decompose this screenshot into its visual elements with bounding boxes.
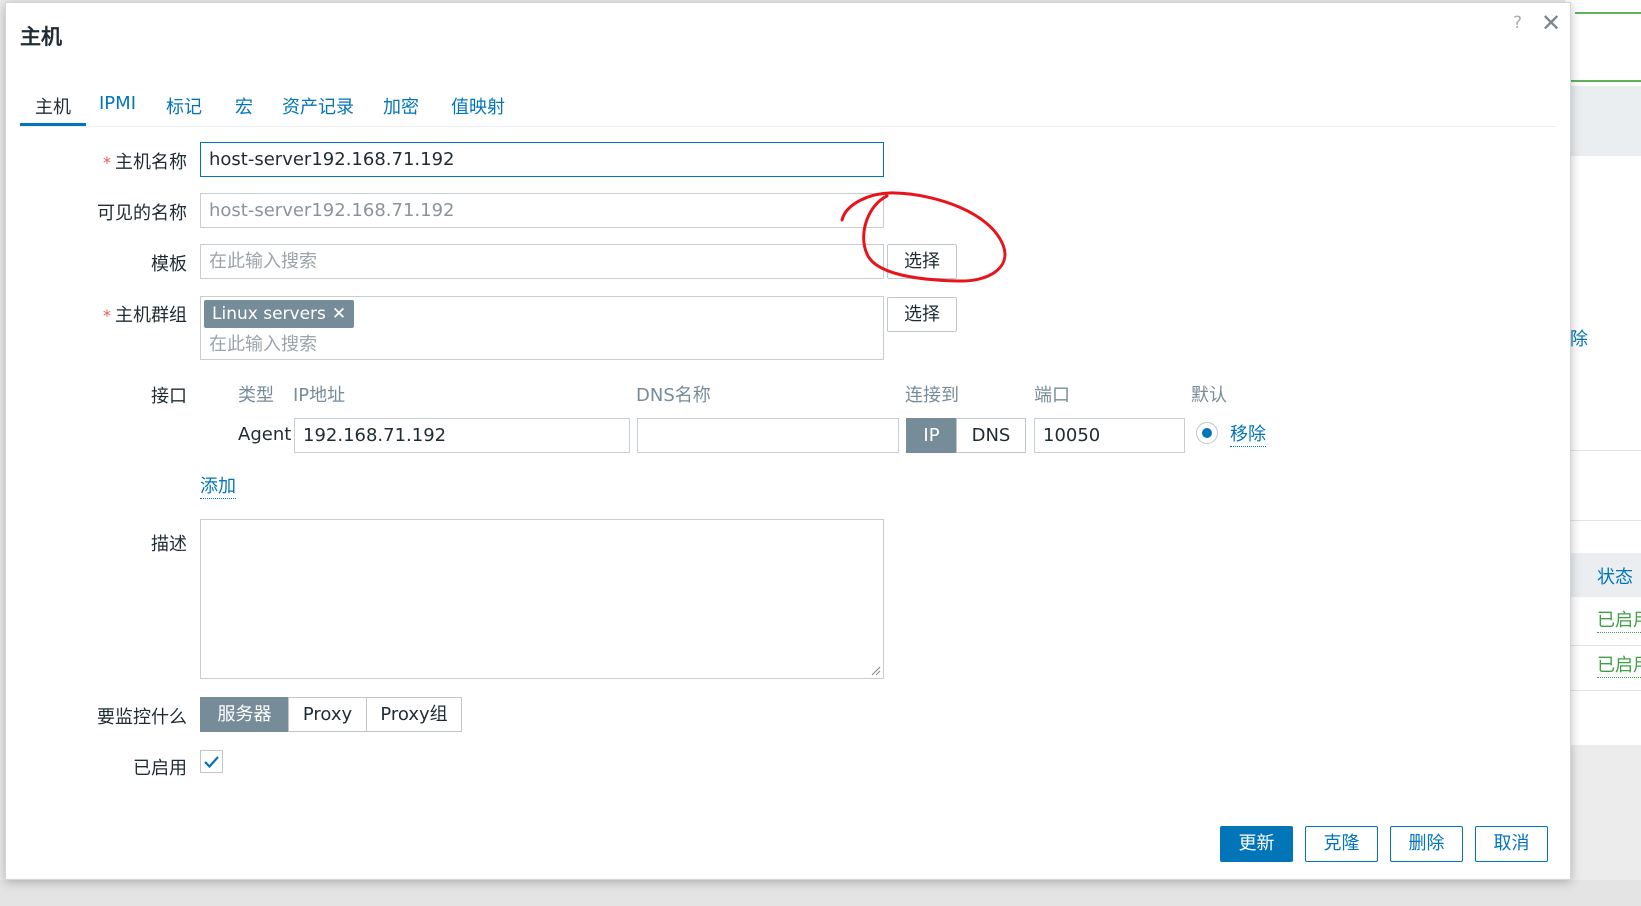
interfaces-label: 接口	[151, 386, 187, 407]
description-label: 描述	[151, 534, 187, 555]
description-textarea[interactable]	[200, 519, 884, 679]
resize-grip-icon[interactable]	[869, 664, 881, 676]
background-divider	[1565, 645, 1641, 646]
background-accent-line	[1575, 12, 1641, 14]
delete-button[interactable]: 删除	[1390, 826, 1463, 862]
add-interface-link[interactable]: 添加	[200, 476, 236, 499]
background-status-enabled[interactable]: 已启用	[1597, 610, 1641, 633]
required-mark: *	[103, 306, 111, 325]
clone-button[interactable]: 克隆	[1305, 826, 1378, 862]
active-tab-indicator	[20, 123, 86, 126]
background-accent-line	[1570, 80, 1641, 82]
background-divider	[1565, 690, 1641, 691]
interface-default-header: 默认	[1191, 385, 1227, 406]
tab-ipmi[interactable]: IPMI	[99, 93, 136, 114]
tab-macros[interactable]: 宏	[235, 93, 253, 119]
default-interface-radio[interactable]	[1196, 422, 1218, 444]
background-status-header[interactable]: 状态	[1597, 563, 1633, 589]
checkmark-icon	[204, 756, 219, 769]
tab-host[interactable]: 主机	[35, 93, 71, 119]
interface-port-header: 端口	[1034, 385, 1070, 406]
templates-search-input[interactable]: 在此输入搜索	[200, 244, 884, 279]
host-name-input[interactable]: host-server192.168.71.192	[200, 142, 884, 177]
enabled-checkbox[interactable]	[200, 750, 223, 773]
remove-chip-icon[interactable]: ✕	[332, 304, 346, 324]
background-band	[1565, 86, 1641, 156]
host-groups-select-button[interactable]: 选择	[887, 297, 957, 332]
monitored-by-proxy-option[interactable]: Proxy	[288, 697, 367, 732]
interface-dns-header: DNS名称	[636, 385, 711, 406]
templates-label: 模板	[151, 254, 187, 275]
visible-name-input[interactable]: host-server192.168.71.192	[200, 193, 884, 228]
visible-name-label: 可见的名称	[97, 203, 187, 224]
connect-to-ip-button[interactable]: IP	[906, 418, 957, 453]
tab-bar: 主机 IPMI 标记 宏 资产记录 加密 值映射	[20, 83, 1556, 127]
interface-type-header: 类型	[238, 385, 274, 406]
help-icon[interactable]: ?	[1513, 13, 1522, 33]
update-button[interactable]: 更新	[1220, 826, 1293, 862]
interface-connect-header: 连接到	[905, 385, 959, 406]
host-group-chip-label: Linux servers	[212, 304, 326, 324]
tab-value-mapping[interactable]: 值映射	[451, 93, 505, 119]
interface-ip-header: IP地址	[293, 385, 346, 406]
host-groups-multiselect[interactable]: Linux servers ✕ 在此输入搜索	[200, 296, 884, 360]
host-name-label: * 主机名称	[103, 148, 187, 174]
background-divider	[1565, 450, 1641, 451]
dialog-title: 主机	[20, 25, 62, 49]
cancel-button[interactable]: 取消	[1475, 826, 1548, 862]
monitored-by-label: 要监控什么	[97, 707, 187, 728]
connect-to-dns-button[interactable]: DNS	[956, 418, 1026, 453]
enabled-label: 已启用	[133, 758, 187, 779]
tab-tags[interactable]: 标记	[166, 93, 202, 119]
monitored-by-server-option[interactable]: 服务器	[200, 697, 289, 732]
background-status-enabled[interactable]: 已启用	[1597, 655, 1641, 678]
background-footer	[0, 880, 1641, 906]
interface-ip-input[interactable]: 192.168.71.192	[294, 418, 630, 453]
required-mark: *	[103, 153, 111, 172]
host-edit-dialog: 主机 ? ✕ 主机 IPMI 标记 宏 资产记录 加密 值映射 * 主机名称 ho…	[5, 2, 1571, 880]
templates-placeholder: 在此输入搜索	[209, 251, 317, 272]
tab-encryption[interactable]: 加密	[383, 93, 419, 119]
close-icon[interactable]: ✕	[1541, 9, 1561, 37]
host-groups-placeholder: 在此输入搜索	[209, 334, 317, 355]
interface-dns-input[interactable]	[637, 418, 899, 453]
tab-inventory[interactable]: 资产记录	[282, 93, 354, 119]
host-group-chip: Linux servers ✕	[204, 300, 355, 328]
templates-select-button[interactable]: 选择	[887, 244, 957, 279]
host-name-label-text: 主机名称	[115, 152, 187, 173]
host-groups-label-text: 主机群组	[115, 305, 187, 326]
monitored-by-proxy-group-option[interactable]: Proxy组	[366, 697, 462, 732]
interface-type: Agent	[238, 424, 292, 445]
host-groups-label: * 主机群组	[103, 301, 187, 327]
remove-interface-link[interactable]: 移除	[1230, 424, 1266, 447]
background-divider	[1565, 520, 1641, 521]
interface-port-input[interactable]: 10050	[1034, 418, 1185, 453]
